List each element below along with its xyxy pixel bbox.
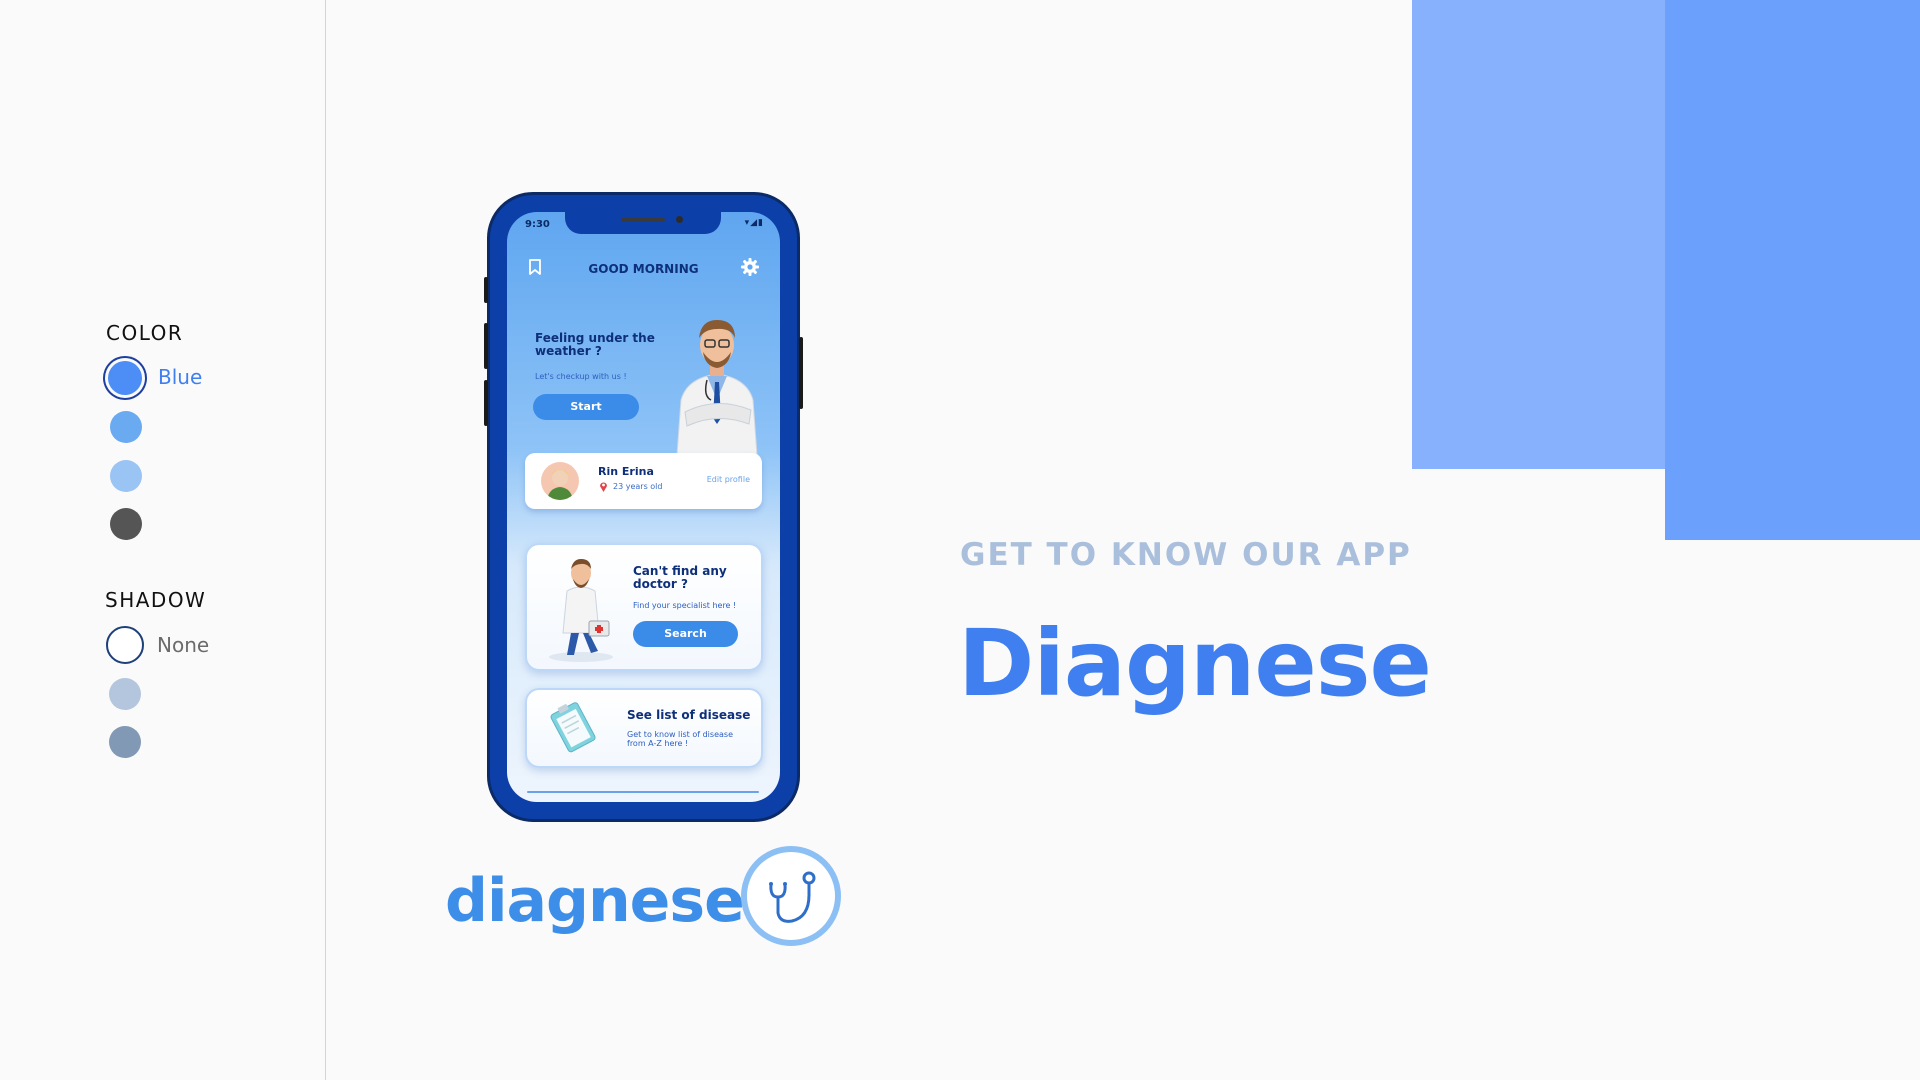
edit-profile-link[interactable]: Edit profile [707,475,750,484]
shadow-section-title: SHADOW [105,588,207,612]
stethoscope-icon [741,846,841,946]
hero-eyebrow: GET TO KNOW OUR APP [960,537,1412,573]
avatar [541,462,579,500]
color-swatch-blue[interactable] [108,361,142,395]
phone-mockup: 9:30 ▾◢▮ GOOD MORNING Feeling under the … [484,192,803,822]
doctor-illustration [676,320,758,455]
color-swatch-medium-blue[interactable] [110,411,142,443]
profile-age: 23 years old [613,482,663,491]
search-button[interactable]: Search [633,621,738,647]
color-selected-label[interactable]: Blue [158,365,202,389]
style-sidebar: COLOR Blue SHADOW None [0,0,326,1080]
profile-name: Rin Erina [598,465,654,478]
find-doctor-card: Can't find any doctor ? Find your specia… [525,543,763,671]
color-swatch-dark-gray[interactable] [110,508,142,540]
bottom-divider [527,791,759,793]
find-doctor-heading: Can't find any doctor ? [633,564,727,591]
hero-card-subtitle: Let's checkup with us ! [535,372,627,381]
hero-title: Diagnese [958,610,1432,717]
checkup-hero-card: Feeling under the weather ? Let's checku… [507,300,780,455]
app-header: GOOD MORNING [507,252,780,282]
phone-volume-down-button [484,380,488,426]
find-doctor-subtitle: Find your specialist here ! [633,601,737,610]
disease-list-subtitle: Get to know list of disease from A-Z her… [627,730,733,748]
decor-block-light [1412,0,1665,469]
shadow-swatch-dark[interactable] [109,726,141,758]
hero-card-heading: Feeling under the weather ? [535,331,655,358]
status-icons: ▾◢▮ [744,218,764,228]
shadow-selected-label[interactable]: None [157,633,209,657]
phone-notch [565,212,721,234]
logo-wordmark: diagnese [445,866,745,936]
walking-doctor-illustration [549,559,613,662]
decor-block-dark [1665,0,1920,540]
shadow-swatch-light[interactable] [109,678,141,710]
phone-screen: 9:30 ▾◢▮ GOOD MORNING Feeling under the … [507,212,780,802]
phone-volume-up-button [484,323,488,369]
speaker-grille [621,218,665,222]
gear-icon[interactable] [740,257,760,277]
color-swatch-light-blue[interactable] [110,460,142,492]
location-pin-icon [600,482,607,492]
phone-power-button [799,337,803,409]
front-camera [676,216,683,223]
disease-list-heading: See list of disease [627,708,751,722]
start-button[interactable]: Start [533,394,639,420]
phone-mute-button [484,277,488,303]
shadow-swatch-none[interactable] [106,626,144,664]
disease-list-card[interactable]: See list of disease Get to know list of … [525,688,763,768]
color-section-title: COLOR [106,321,184,345]
clipboard-illustration [550,702,596,753]
status-time: 9:30 [525,219,550,230]
profile-card[interactable]: Rin Erina 23 years old Edit profile [525,453,762,509]
